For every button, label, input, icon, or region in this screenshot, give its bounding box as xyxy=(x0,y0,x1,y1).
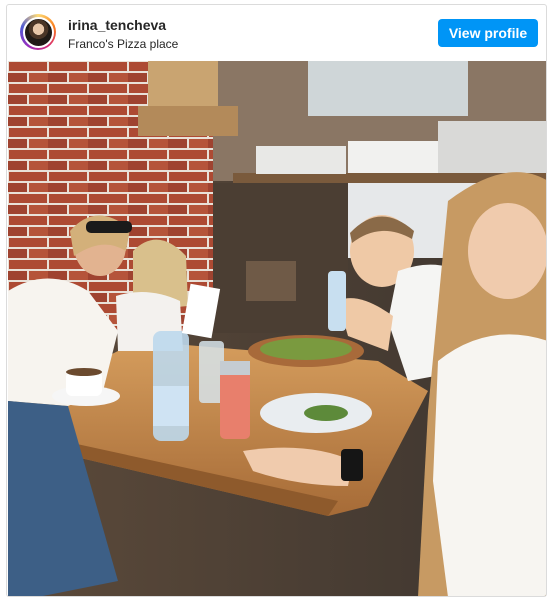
view-profile-button[interactable]: View profile xyxy=(438,19,538,47)
post-header: irina_tencheva Franco's Pizza place View… xyxy=(7,5,546,61)
instagram-embed-card: irina_tencheva Franco's Pizza place View… xyxy=(6,4,547,597)
username[interactable]: irina_tencheva xyxy=(68,17,178,34)
post-photo[interactable] xyxy=(8,61,546,596)
photo-illustration xyxy=(8,61,546,596)
avatar[interactable] xyxy=(20,14,56,50)
profile-picture xyxy=(22,16,54,48)
user-info: irina_tencheva Franco's Pizza place xyxy=(68,17,178,52)
location-link[interactable]: Franco's Pizza place xyxy=(68,36,178,52)
